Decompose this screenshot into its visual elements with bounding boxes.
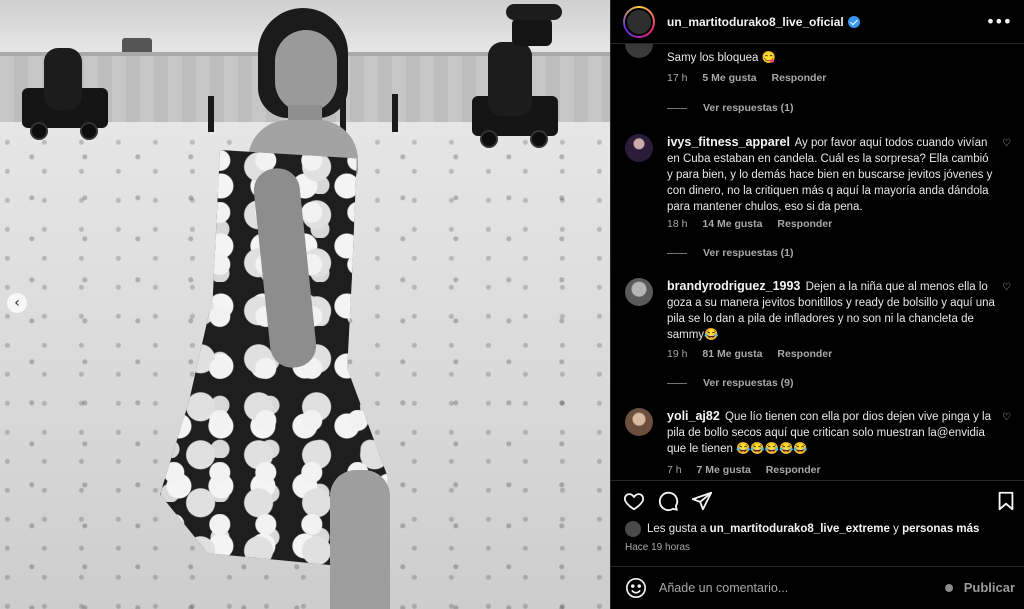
slider-prev-button[interactable]: ‹ [7,293,27,313]
comment-avatar[interactable] [625,44,653,58]
chevron-left-icon: ‹ [14,295,20,311]
heart-icon[interactable] [623,490,645,512]
post-time: Hace 19 horas [625,542,691,553]
share-icon[interactable] [691,490,713,512]
photo-cannon-wall [506,4,562,46]
author-username[interactable]: un_martitodurako8_live_oficial [667,15,860,29]
replies-divider [667,107,687,109]
comment-meta: 7 h 7 Me gusta Responder [667,464,833,476]
heart-icon[interactable]: ♡ [1002,282,1013,293]
reply-button[interactable]: Responder [777,348,832,360]
comment-text: Samy los bloquea 😋 [667,52,776,64]
comment-time: 17 h [667,72,688,84]
view-replies-button[interactable]: Ver respuestas (1) [667,102,793,114]
view-replies-label: Ver respuestas (1) [703,247,794,259]
replies-divider [667,252,687,254]
more-icon[interactable]: ••• [986,12,1012,31]
comment-body: ivys_fitness_apparel Ay por favor aquí t… [667,134,997,215]
comment-author[interactable]: ivys_fitness_apparel [667,135,790,149]
comment-time: 18 h [667,218,688,230]
comment-avatar[interactable] [625,278,653,306]
comment-meta: 19 h 81 Me gusta Responder [667,348,844,360]
heart-icon[interactable]: ♡ [1002,138,1013,149]
comments-list[interactable]: Samy los bloquea 😋 17 h 5 Me gusta Respo… [611,44,1024,480]
bookmark-icon[interactable] [995,490,1017,512]
post-side-panel: un_martitodurako8_live_oficial ••• Samy … [610,0,1024,609]
view-replies-button[interactable]: Ver respuestas (1) [667,247,793,259]
post-photo[interactable]: ‹ [0,0,610,609]
comment-time: 7 h [667,464,682,476]
heart-icon[interactable]: ♡ [1002,412,1013,423]
comment-author[interactable]: yoli_aj82 [667,409,720,423]
comment-body: yoli_aj82 Que lío tienen con ella por di… [667,408,997,457]
likes-middle: y [893,523,899,535]
status-dot-icon [945,584,953,592]
photo-cannon-left [22,48,108,140]
post-header: un_martitodurako8_live_oficial ••• [611,0,1024,44]
reply-button[interactable]: Responder [777,218,832,230]
comment-likes[interactable]: 7 Me gusta [697,464,751,476]
reply-button[interactable]: Responder [766,464,821,476]
liker-username[interactable]: un_martitodurako8_live_extreme [710,523,890,535]
photo-cannon-right [472,42,558,148]
likes-others-link[interactable]: personas más [902,523,979,535]
comment-likes[interactable]: 5 Me gusta [702,72,756,84]
comment-likes[interactable]: 14 Me gusta [702,218,762,230]
add-comment-bar: Publicar [611,566,1024,609]
view-replies-label: Ver respuestas (1) [703,102,794,114]
liker-avatar[interactable] [625,521,641,537]
publish-button[interactable]: Publicar [964,580,1015,595]
comment-avatar[interactable] [625,134,653,162]
comment-likes[interactable]: 81 Me gusta [702,348,762,360]
comment-icon[interactable] [657,490,679,512]
comment-body: Samy los bloquea 😋 [667,50,997,66]
photo-post [392,94,398,132]
likes-summary: Les gusta a un_martitodurako8_live_extre… [625,521,979,537]
verified-badge-icon [847,15,860,28]
replies-divider [667,382,687,384]
comment-author[interactable]: brandyrodriguez_1993 [667,279,800,293]
comment-meta: 18 h 14 Me gusta Responder [667,218,844,230]
emoji-icon[interactable] [625,577,647,599]
comment-meta: 17 h 5 Me gusta Responder [667,72,838,84]
post-action-bar [611,480,1024,518]
likes-prefix: Les gusta a [647,523,707,535]
photo-post [208,96,214,132]
reply-button[interactable]: Responder [772,72,827,84]
comment-body: brandyrodriguez_1993 Dejen a la niña que… [667,278,997,343]
view-replies-button[interactable]: Ver respuestas (9) [667,377,793,389]
comment-avatar[interactable] [625,408,653,436]
comment-time: 19 h [667,348,688,360]
view-replies-label: Ver respuestas (9) [703,377,794,389]
author-avatar[interactable] [623,5,655,38]
comment-input[interactable] [659,581,929,595]
